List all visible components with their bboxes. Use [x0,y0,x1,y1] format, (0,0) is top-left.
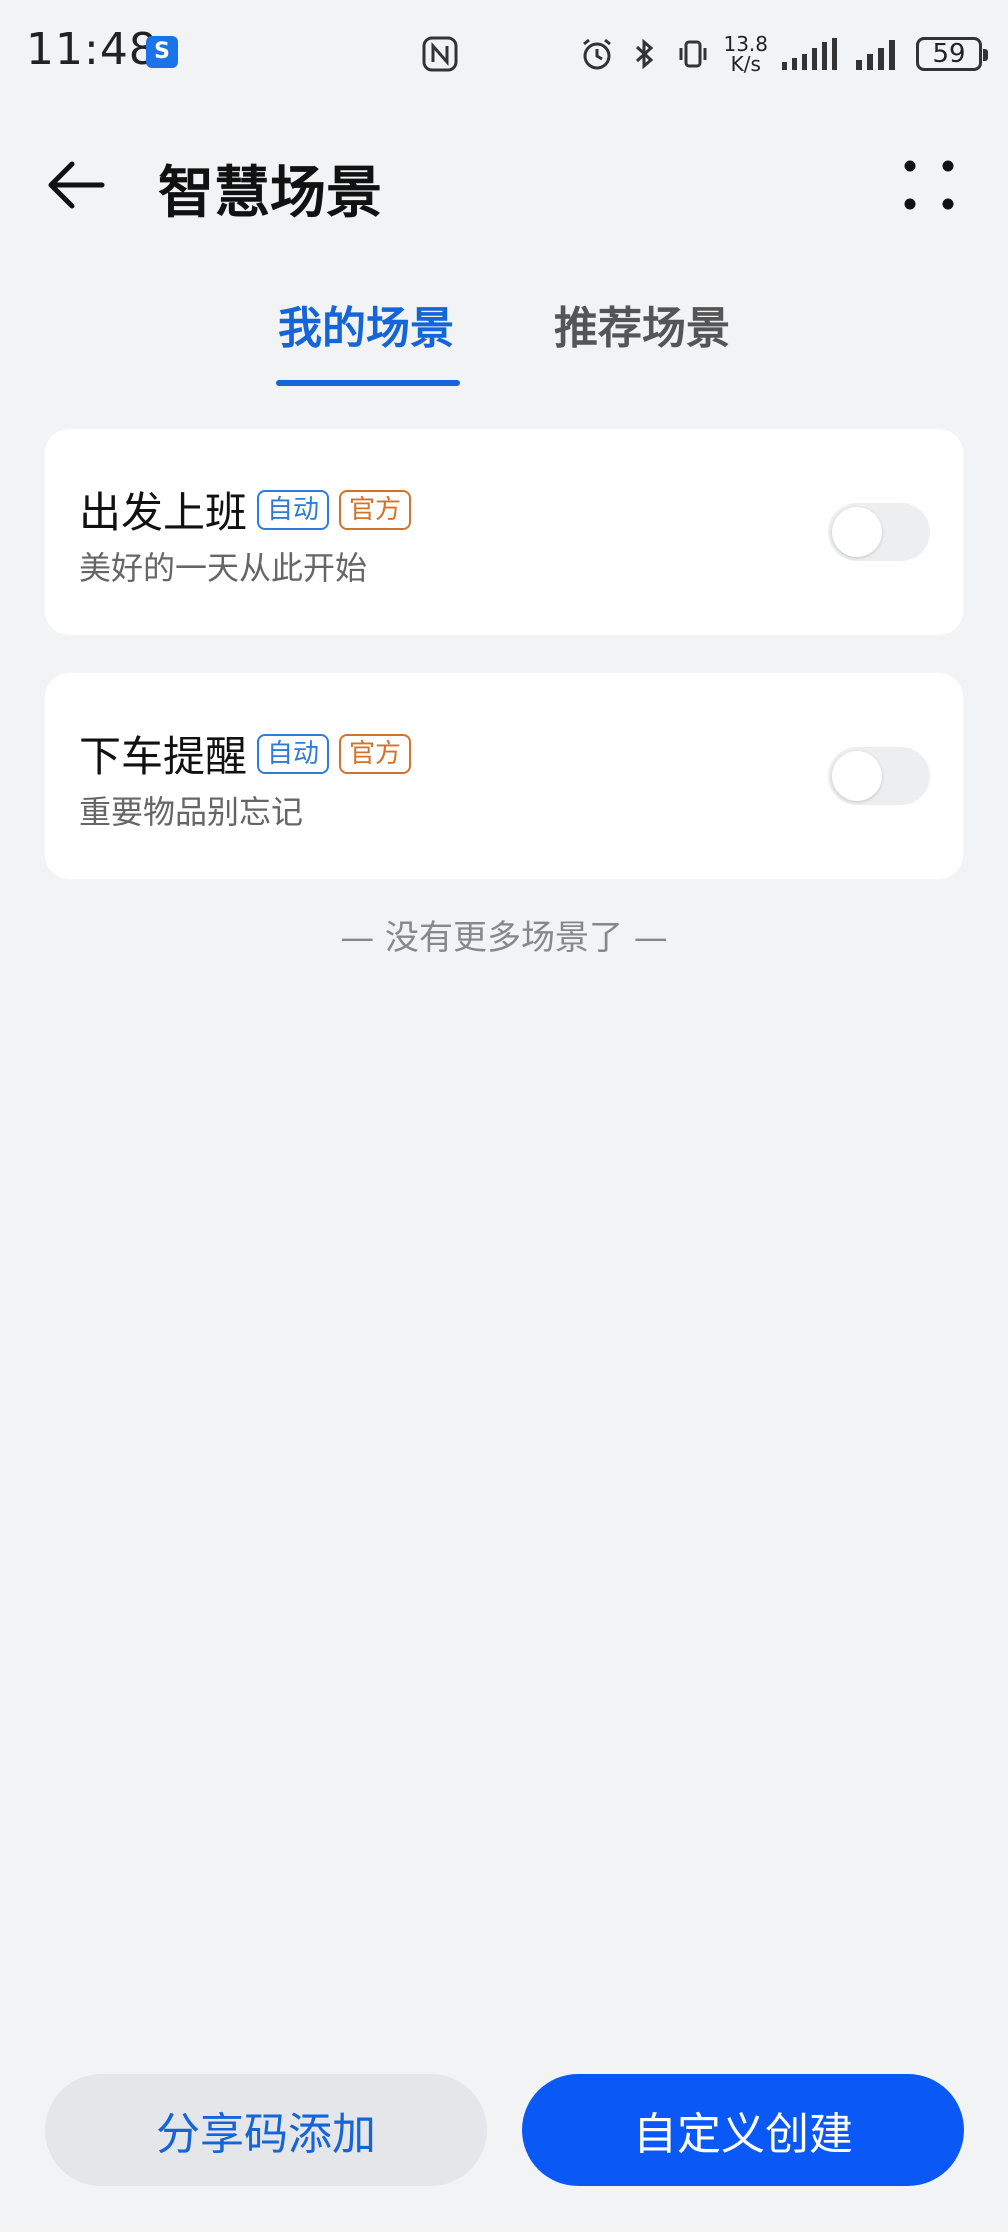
network-speed-value: 13.8 [723,32,768,56]
scene-card[interactable]: 下车提醒 自动 官方 重要物品别忘记 [45,673,963,879]
scene-title: 下车提醒 [79,732,248,781]
arrow-left-icon[interactable] [42,150,112,220]
app-notification-icon: S [146,36,178,68]
bluetooth-icon [636,38,654,70]
scene-title: 出发上班 [79,488,248,537]
no-more-scenes-text: — 没有更多场景了 — [340,918,668,958]
app-header: 智慧场景 [0,130,1008,240]
battery-indicator: 59 [916,37,988,71]
status-right-group: 13.8 K/s 59 [579,30,988,78]
scene-tabs: 我的场景 推荐场景 [0,282,1008,392]
vibrate-icon [679,40,707,68]
signal-icon [782,38,837,70]
tab-my-scenes[interactable]: 我的场景 [278,292,454,356]
more-dots-icon[interactable] [896,152,962,218]
active-tab-indicator [276,380,460,386]
auto-badge: 自动 [257,733,330,774]
official-badge: 官方 [339,733,412,774]
scene-toggle[interactable] [828,747,930,805]
tab-recommended-scenes[interactable]: 推荐场景 [554,292,730,356]
network-speed: 13.8 K/s [723,34,768,74]
status-bar: 11:48 S 13.8 K/s 59 [0,0,1008,110]
auto-badge: 自动 [257,489,330,530]
official-badge: 官方 [339,489,412,530]
signal-icon [856,40,895,70]
toggle-knob [832,751,882,801]
network-speed-unit: K/s [730,52,761,76]
custom-create-button[interactable]: 自定义创建 [522,2074,964,2186]
scene-subtitle: 美好的一天从此开始 [79,549,368,587]
status-time: 11:48 [26,24,158,75]
scene-toggle[interactable] [828,503,930,561]
scene-title-row: 出发上班 自动 官方 [79,479,412,540]
scene-subtitle: 重要物品别忘记 [79,793,304,831]
page-title: 智慧场景 [158,161,382,226]
scene-title-row: 下车提醒 自动 官方 [79,723,412,784]
alarm-icon [583,38,612,70]
share-code-add-button[interactable]: 分享码添加 [45,2074,487,2186]
nfc-icon [422,36,458,72]
scene-card[interactable]: 出发上班 自动 官方 美好的一天从此开始 [45,429,963,635]
toggle-knob [832,507,882,557]
